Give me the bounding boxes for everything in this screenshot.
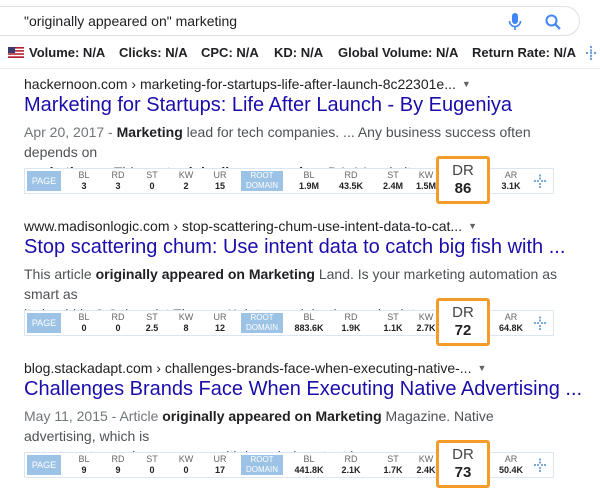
page-bl: BL 3 <box>78 170 90 191</box>
domain-bl: BL 883.6K <box>294 312 324 333</box>
domain-ar: AR 50.4K <box>498 454 524 475</box>
grid-dots-icon[interactable] <box>533 174 547 188</box>
domain-bl: BL 1.9M <box>298 170 319 191</box>
grid-dots-icon[interactable] <box>533 458 547 472</box>
result-title[interactable]: Stop scattering chum: Use intent data to… <box>24 236 565 259</box>
result-url[interactable]: www.madisonlogic.com › stop-scattering-c… <box>24 218 477 234</box>
page-kw: KW 8 <box>178 312 194 333</box>
page-rd: RD 3 <box>111 170 125 191</box>
root-domain-tag: ROOT DOMAIN <box>241 171 283 191</box>
page-st: ST 2.5 <box>145 312 159 333</box>
domain-rd: RD 2.1K <box>341 454 361 475</box>
clicks-stat: Clicks: N/A <box>119 45 188 60</box>
page-ur: UR 17 <box>213 454 227 475</box>
page-st: ST 0 <box>146 170 158 191</box>
domain-bl: BL 441.8K <box>294 454 324 475</box>
return-rate-stat: Return Rate: N/A <box>472 45 577 60</box>
page-rd: RD 0 <box>111 312 125 333</box>
volume-stat: Volume: N/A <box>29 45 106 60</box>
cpc-stat: CPC: N/A <box>201 45 259 60</box>
page-bl: BL 9 <box>78 454 90 475</box>
root-domain-tag: ROOT DOMAIN <box>241 455 283 475</box>
page-ur: UR 12 <box>213 312 227 333</box>
grid-dots-icon[interactable] <box>585 45 597 61</box>
chevron-down-icon[interactable]: ▼ <box>477 363 486 373</box>
result-title[interactable]: Challenges Brands Face When Executing Na… <box>24 378 582 401</box>
page-ur: UR 15 <box>213 170 227 191</box>
domain-rating-highlight: DR 73 <box>436 440 490 488</box>
page-kw: KW 2 <box>178 170 194 191</box>
result-url[interactable]: blog.stackadapt.com › challenges-brands-… <box>24 360 486 376</box>
grid-dots-icon[interactable] <box>533 316 547 330</box>
page-bl: BL 0 <box>78 312 90 333</box>
domain-st: ST 1.7K <box>383 454 403 475</box>
chevron-down-icon[interactable]: ▼ <box>468 221 477 231</box>
microphone-icon[interactable] <box>508 13 522 31</box>
global-volume-stat: Global Volume: N/A <box>338 45 459 60</box>
root-domain-tag: ROOT DOMAIN <box>241 313 283 333</box>
us-flag-icon <box>8 47 24 58</box>
divider <box>0 68 600 69</box>
page-tag: PAGE <box>27 455 61 475</box>
kd-stat: KD: N/A <box>274 45 324 60</box>
result-url[interactable]: hackernoon.com › marketing-for-startups-… <box>24 76 471 92</box>
domain-st: ST 2.4M <box>382 170 403 191</box>
domain-rd: RD 1.9K <box>341 312 361 333</box>
domain-rd: RD 43.5K <box>338 170 364 191</box>
search-input[interactable]: "originally appeared on" marketing <box>24 13 237 29</box>
domain-st: ST 1.1K <box>383 312 403 333</box>
page-tag: PAGE <box>27 313 61 333</box>
search-bar[interactable]: "originally appeared on" marketing <box>0 6 580 36</box>
page-tag: PAGE <box>27 171 61 191</box>
domain-ar: AR 64.8K <box>498 312 524 333</box>
domain-rating-highlight: DR 72 <box>436 298 490 346</box>
chevron-down-icon[interactable]: ▼ <box>462 79 471 89</box>
search-icon[interactable] <box>545 14 561 30</box>
page-rd: RD 9 <box>111 454 125 475</box>
page-kw: KW 0 <box>178 454 194 475</box>
result-title[interactable]: Marketing for Startups: Life After Launc… <box>24 94 512 117</box>
page-st: ST 0 <box>146 454 158 475</box>
keyword-metrics-bar: Volume: N/A Clicks: N/A CPC: N/A KD: N/A… <box>0 40 600 66</box>
domain-ar: AR 3.1K <box>501 170 521 191</box>
domain-rating-highlight: DR 86 <box>436 156 490 204</box>
